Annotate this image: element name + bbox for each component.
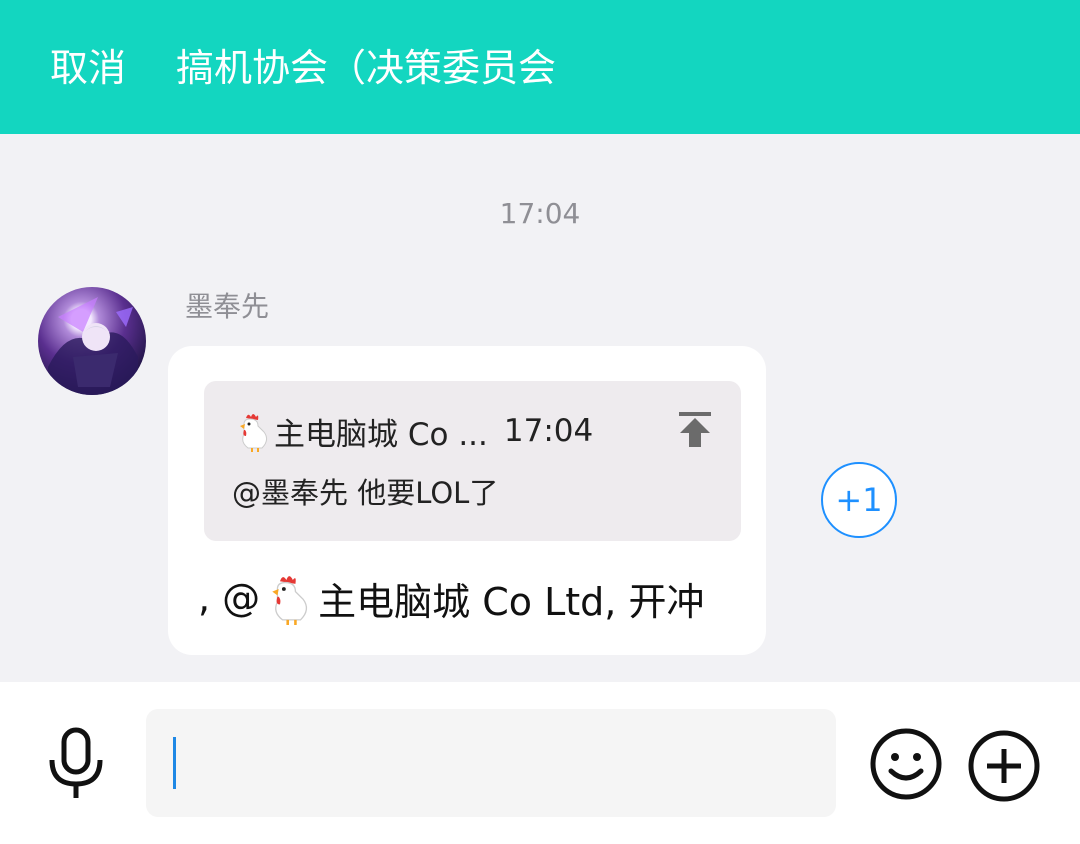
message-text-prefix: , @ — [198, 576, 261, 620]
plus-one-button[interactable]: +1 — [821, 462, 897, 538]
smiley-icon[interactable] — [869, 727, 943, 801]
quote-author: 主电脑城 Co ... — [274, 416, 488, 453]
composer-bar — [0, 682, 1080, 844]
quote-header: 主电脑城 Co ... 17:04 — [232, 409, 593, 453]
rooster-emoji-icon — [272, 576, 308, 625]
sender-name: 墨奉先 — [185, 290, 270, 323]
message-input[interactable] — [146, 709, 836, 817]
rooster-emoji-icon — [240, 414, 268, 452]
plus-circle-icon[interactable] — [967, 729, 1041, 803]
microphone-icon[interactable] — [44, 726, 108, 802]
top-bar: 取消 搞机协会（决策委员会 — [0, 0, 1080, 134]
avatar[interactable] — [38, 287, 146, 395]
message-bubble[interactable]: 主电脑城 Co ... 17:04 @墨奉先 他要LOL了 , @ 主电脑城 C… — [168, 346, 766, 655]
chat-title: 搞机协会（决策委员会 — [176, 46, 557, 90]
quote-time: 17:04 — [503, 413, 594, 449]
jump-to-top-icon[interactable] — [675, 409, 715, 449]
message-timestamp: 17:04 — [499, 197, 581, 230]
quoted-message[interactable]: 主电脑城 Co ... 17:04 @墨奉先 他要LOL了 — [204, 381, 741, 541]
quote-text: @墨奉先 他要LOL了 — [232, 476, 499, 510]
text-cursor — [173, 737, 176, 789]
cancel-button[interactable]: 取消 — [50, 40, 126, 96]
message-text: , @ 主电脑城 Co Ltd, 开冲 — [198, 572, 705, 625]
message-text-suffix: 主电脑城 Co Ltd, 开冲 — [318, 579, 705, 624]
